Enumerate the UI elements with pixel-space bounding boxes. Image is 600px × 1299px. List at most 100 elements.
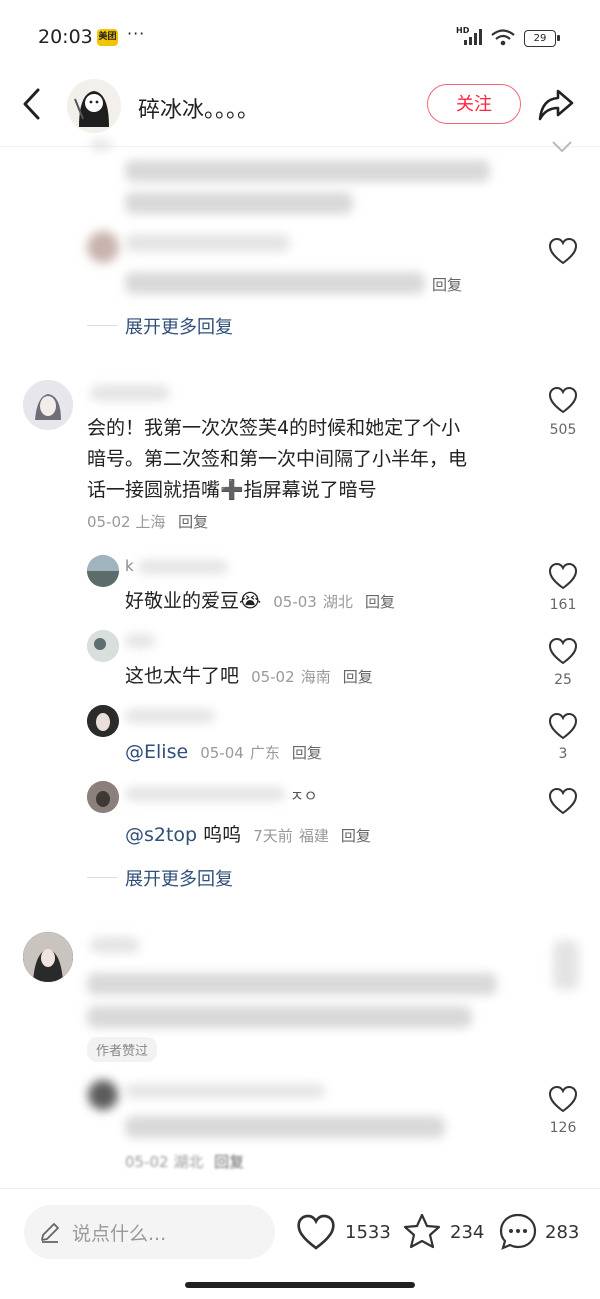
reply-avatar[interactable] [88,1080,118,1110]
back-icon [23,88,40,120]
like-button[interactable] [548,712,578,740]
home-indicator[interactable] [185,1282,415,1288]
share-icon [538,89,574,121]
heart-icon [548,787,578,815]
wifi-icon [491,29,515,46]
comment-count: 283 [545,1222,580,1243]
like-button[interactable] [548,787,578,815]
battery-tip [557,35,560,41]
blurred-like [553,940,579,990]
star-icon [403,1213,441,1249]
like-count: 126 [549,1120,577,1136]
avatar[interactable] [87,231,119,263]
like-button[interactable] [548,386,578,414]
back-button[interactable] [18,86,48,122]
commenter-avatar[interactable] [23,380,73,430]
expand-more-replies[interactable]: 展开更多回复 [125,313,233,339]
blurred-username [125,234,290,252]
reply-text-content: 呜呜 [203,824,242,846]
like-button[interactable] [548,637,578,665]
reply-date: 05-04 [200,744,244,762]
reply-text-content: 这也太牛了吧 [125,665,240,687]
status-more-dots: ··· [127,24,146,43]
comment-button[interactable] [498,1212,538,1252]
heart-icon [548,637,578,665]
expand-more-replies[interactable]: 展开更多回复 [125,865,233,891]
crying-emoji: 😭 [239,590,262,612]
share-button[interactable] [536,87,576,123]
blurred-username [125,709,215,723]
signal-icon [464,29,482,45]
comment-date: 05-02 [87,513,131,531]
like-button[interactable] [548,1085,578,1113]
blurred-comment-text [87,973,497,995]
reply-location: 福建 [298,827,329,845]
reply-date: 05-02 [125,1153,169,1171]
author-name[interactable]: 碎冰冰。。。。 [138,92,259,124]
blurred-comment-text [125,160,490,182]
mention-link[interactable]: @s2top [125,824,197,846]
reply-meta: 05-02 湖北 回复 [125,1151,244,1172]
collect-count: 234 [450,1222,485,1243]
comment-line: 会的！我第一次次签芙4的时候和她定了个小 [87,417,461,439]
reply-link[interactable]: 回复 [432,274,462,295]
like-button[interactable] [548,562,578,590]
bottom-divider [0,1188,600,1189]
heart-icon [548,1085,578,1113]
blurred-username [125,787,285,801]
reply-location: 广东 [249,744,280,762]
battery-indicator: 29 [524,30,556,47]
comment-line: 暗号。第二次签和第一次中间隔了小半年，电 [87,448,468,470]
heart-icon [548,562,578,590]
reply-avatar[interactable] [87,705,119,737]
blurred-comment-text [125,272,425,294]
like-post-button[interactable] [296,1213,336,1251]
like-button[interactable] [548,237,578,265]
expand-divider [87,877,117,878]
reply-date: 05-03 [273,593,317,611]
reply-username-suffix: ㅈㅇ [290,787,318,805]
reply-link[interactable]: 回复 [343,668,373,686]
commenter-avatar[interactable] [23,932,73,982]
like-count: 161 [549,597,577,613]
reply-text-content: 好敬业的爱豆 [125,590,240,612]
reply-link[interactable]: 回复 [292,744,322,762]
reply-text: @s2top 呜呜 7天前 福建 回复 [125,820,371,852]
heart-icon [548,237,578,265]
blurred-comment-text [125,192,353,214]
follow-button[interactable]: 关注 [427,84,521,124]
status-time: 20:03 [38,26,93,48]
reply-username[interactable]: k [125,557,134,575]
reply-avatar[interactable] [87,555,119,587]
reply-avatar[interactable] [87,781,119,813]
blurred-username [138,560,228,574]
heart-icon [548,712,578,740]
reply-link[interactable]: 回复 [178,513,208,531]
reply-link[interactable]: 回复 [365,593,395,611]
author-avatar[interactable] [67,79,121,133]
comment-line: 话一接圆就捂嘴➕指屏幕说了暗号 [87,479,377,501]
like-count: 3 [558,746,568,762]
comment-meta: 05-02 上海 回复 [87,511,208,532]
blurred-username [90,937,140,953]
mention-link[interactable]: @Elise [125,741,188,763]
reply-text: @Elise 05-04 广东 回复 [125,737,322,769]
reply-link[interactable]: 回复 [214,1153,244,1171]
reply-link[interactable]: 回复 [341,827,371,845]
reply-avatar[interactable] [87,630,119,662]
author-liked-badge: 作者赞过 [87,1037,158,1062]
collect-button[interactable] [402,1212,442,1252]
reply-text: 这也太牛了吧 05-02 海南 回复 [125,661,373,693]
post-like-count: 1533 [345,1222,391,1243]
reply-text: 好敬业的爱豆😭 05-03 湖北 回复 [125,586,395,618]
pencil-icon [41,1223,59,1243]
blurred-username [90,385,170,401]
reply-location: 海南 [300,668,331,686]
like-count: 25 [554,672,572,688]
input-placeholder[interactable]: 说点什么... [72,1219,166,1246]
blurred-comment-text [125,1116,445,1138]
app-badge: 美团 [97,29,118,46]
expand-divider [87,325,117,326]
heart-icon [548,386,578,414]
reply-location: 湖北 [173,1153,204,1171]
